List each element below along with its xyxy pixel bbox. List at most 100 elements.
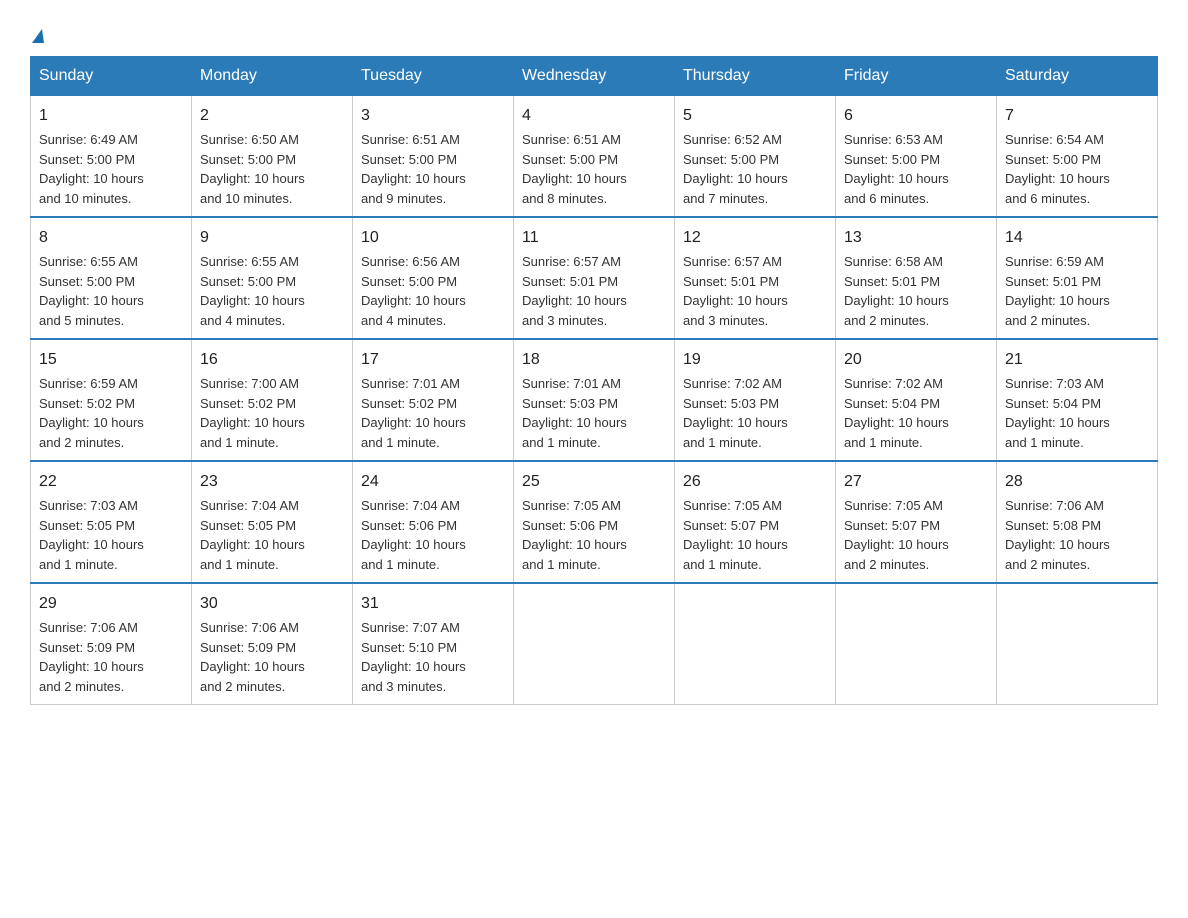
header-cell-wednesday: Wednesday (514, 57, 675, 96)
day-cell (997, 583, 1158, 705)
day-number: 3 (361, 104, 505, 128)
day-info: Sunrise: 7:07 AMSunset: 5:10 PMDaylight:… (361, 618, 505, 696)
day-info: Sunrise: 7:03 AMSunset: 5:04 PMDaylight:… (1005, 374, 1149, 452)
page-header (30, 20, 1158, 46)
day-cell: 31Sunrise: 7:07 AMSunset: 5:10 PMDayligh… (353, 583, 514, 705)
day-cell: 1Sunrise: 6:49 AMSunset: 5:00 PMDaylight… (31, 96, 192, 218)
day-cell: 28Sunrise: 7:06 AMSunset: 5:08 PMDayligh… (997, 461, 1158, 583)
day-number: 30 (200, 592, 344, 616)
day-info: Sunrise: 7:04 AMSunset: 5:05 PMDaylight:… (200, 496, 344, 574)
day-cell: 13Sunrise: 6:58 AMSunset: 5:01 PMDayligh… (836, 217, 997, 339)
day-info: Sunrise: 7:00 AMSunset: 5:02 PMDaylight:… (200, 374, 344, 452)
day-cell: 8Sunrise: 6:55 AMSunset: 5:00 PMDaylight… (31, 217, 192, 339)
day-info: Sunrise: 7:03 AMSunset: 5:05 PMDaylight:… (39, 496, 183, 574)
day-cell: 29Sunrise: 7:06 AMSunset: 5:09 PMDayligh… (31, 583, 192, 705)
day-number: 9 (200, 226, 344, 250)
day-cell (836, 583, 997, 705)
header-row: SundayMondayTuesdayWednesdayThursdayFrid… (31, 57, 1158, 96)
day-number: 25 (522, 470, 666, 494)
day-number: 15 (39, 348, 183, 372)
week-row-2: 8Sunrise: 6:55 AMSunset: 5:00 PMDaylight… (31, 217, 1158, 339)
day-cell: 22Sunrise: 7:03 AMSunset: 5:05 PMDayligh… (31, 461, 192, 583)
header-cell-thursday: Thursday (675, 57, 836, 96)
day-info: Sunrise: 6:55 AMSunset: 5:00 PMDaylight:… (200, 252, 344, 330)
day-number: 28 (1005, 470, 1149, 494)
day-info: Sunrise: 6:58 AMSunset: 5:01 PMDaylight:… (844, 252, 988, 330)
day-cell: 2Sunrise: 6:50 AMSunset: 5:00 PMDaylight… (192, 96, 353, 218)
day-number: 18 (522, 348, 666, 372)
day-number: 21 (1005, 348, 1149, 372)
day-cell: 14Sunrise: 6:59 AMSunset: 5:01 PMDayligh… (997, 217, 1158, 339)
day-info: Sunrise: 7:04 AMSunset: 5:06 PMDaylight:… (361, 496, 505, 574)
week-row-3: 15Sunrise: 6:59 AMSunset: 5:02 PMDayligh… (31, 339, 1158, 461)
day-cell (675, 583, 836, 705)
day-number: 17 (361, 348, 505, 372)
day-cell: 16Sunrise: 7:00 AMSunset: 5:02 PMDayligh… (192, 339, 353, 461)
day-cell: 18Sunrise: 7:01 AMSunset: 5:03 PMDayligh… (514, 339, 675, 461)
day-number: 6 (844, 104, 988, 128)
day-cell: 27Sunrise: 7:05 AMSunset: 5:07 PMDayligh… (836, 461, 997, 583)
day-cell: 10Sunrise: 6:56 AMSunset: 5:00 PMDayligh… (353, 217, 514, 339)
day-number: 1 (39, 104, 183, 128)
day-number: 11 (522, 226, 666, 250)
day-info: Sunrise: 6:52 AMSunset: 5:00 PMDaylight:… (683, 130, 827, 208)
header-cell-friday: Friday (836, 57, 997, 96)
day-info: Sunrise: 7:05 AMSunset: 5:07 PMDaylight:… (683, 496, 827, 574)
day-info: Sunrise: 6:50 AMSunset: 5:00 PMDaylight:… (200, 130, 344, 208)
day-info: Sunrise: 7:06 AMSunset: 5:08 PMDaylight:… (1005, 496, 1149, 574)
day-cell: 9Sunrise: 6:55 AMSunset: 5:00 PMDaylight… (192, 217, 353, 339)
header-cell-tuesday: Tuesday (353, 57, 514, 96)
week-row-5: 29Sunrise: 7:06 AMSunset: 5:09 PMDayligh… (31, 583, 1158, 705)
day-info: Sunrise: 6:51 AMSunset: 5:00 PMDaylight:… (361, 130, 505, 208)
day-number: 4 (522, 104, 666, 128)
day-number: 22 (39, 470, 183, 494)
day-cell: 3Sunrise: 6:51 AMSunset: 5:00 PMDaylight… (353, 96, 514, 218)
day-number: 13 (844, 226, 988, 250)
calendar-table: SundayMondayTuesdayWednesdayThursdayFrid… (30, 56, 1158, 705)
header-cell-monday: Monday (192, 57, 353, 96)
day-info: Sunrise: 7:01 AMSunset: 5:02 PMDaylight:… (361, 374, 505, 452)
day-cell: 5Sunrise: 6:52 AMSunset: 5:00 PMDaylight… (675, 96, 836, 218)
day-info: Sunrise: 6:56 AMSunset: 5:00 PMDaylight:… (361, 252, 505, 330)
day-cell: 7Sunrise: 6:54 AMSunset: 5:00 PMDaylight… (997, 96, 1158, 218)
logo (30, 20, 50, 46)
day-cell: 20Sunrise: 7:02 AMSunset: 5:04 PMDayligh… (836, 339, 997, 461)
day-cell (514, 583, 675, 705)
day-number: 27 (844, 470, 988, 494)
day-info: Sunrise: 7:05 AMSunset: 5:06 PMDaylight:… (522, 496, 666, 574)
day-info: Sunrise: 7:01 AMSunset: 5:03 PMDaylight:… (522, 374, 666, 452)
day-cell: 21Sunrise: 7:03 AMSunset: 5:04 PMDayligh… (997, 339, 1158, 461)
day-info: Sunrise: 6:54 AMSunset: 5:00 PMDaylight:… (1005, 130, 1149, 208)
day-cell: 26Sunrise: 7:05 AMSunset: 5:07 PMDayligh… (675, 461, 836, 583)
day-number: 19 (683, 348, 827, 372)
day-info: Sunrise: 6:53 AMSunset: 5:00 PMDaylight:… (844, 130, 988, 208)
day-number: 10 (361, 226, 505, 250)
day-number: 23 (200, 470, 344, 494)
day-info: Sunrise: 6:57 AMSunset: 5:01 PMDaylight:… (522, 252, 666, 330)
day-info: Sunrise: 6:55 AMSunset: 5:00 PMDaylight:… (39, 252, 183, 330)
day-number: 14 (1005, 226, 1149, 250)
day-info: Sunrise: 7:06 AMSunset: 5:09 PMDaylight:… (200, 618, 344, 696)
day-number: 24 (361, 470, 505, 494)
day-info: Sunrise: 7:06 AMSunset: 5:09 PMDaylight:… (39, 618, 183, 696)
header-cell-saturday: Saturday (997, 57, 1158, 96)
day-number: 29 (39, 592, 183, 616)
day-info: Sunrise: 7:05 AMSunset: 5:07 PMDaylight:… (844, 496, 988, 574)
day-info: Sunrise: 7:02 AMSunset: 5:04 PMDaylight:… (844, 374, 988, 452)
day-number: 20 (844, 348, 988, 372)
day-number: 12 (683, 226, 827, 250)
day-cell: 25Sunrise: 7:05 AMSunset: 5:06 PMDayligh… (514, 461, 675, 583)
day-number: 31 (361, 592, 505, 616)
day-info: Sunrise: 6:51 AMSunset: 5:00 PMDaylight:… (522, 130, 666, 208)
day-cell: 11Sunrise: 6:57 AMSunset: 5:01 PMDayligh… (514, 217, 675, 339)
day-cell: 19Sunrise: 7:02 AMSunset: 5:03 PMDayligh… (675, 339, 836, 461)
day-info: Sunrise: 6:57 AMSunset: 5:01 PMDaylight:… (683, 252, 827, 330)
day-number: 16 (200, 348, 344, 372)
day-cell: 17Sunrise: 7:01 AMSunset: 5:02 PMDayligh… (353, 339, 514, 461)
day-info: Sunrise: 7:02 AMSunset: 5:03 PMDaylight:… (683, 374, 827, 452)
day-cell: 30Sunrise: 7:06 AMSunset: 5:09 PMDayligh… (192, 583, 353, 705)
day-number: 5 (683, 104, 827, 128)
day-number: 2 (200, 104, 344, 128)
day-number: 26 (683, 470, 827, 494)
header-cell-sunday: Sunday (31, 57, 192, 96)
